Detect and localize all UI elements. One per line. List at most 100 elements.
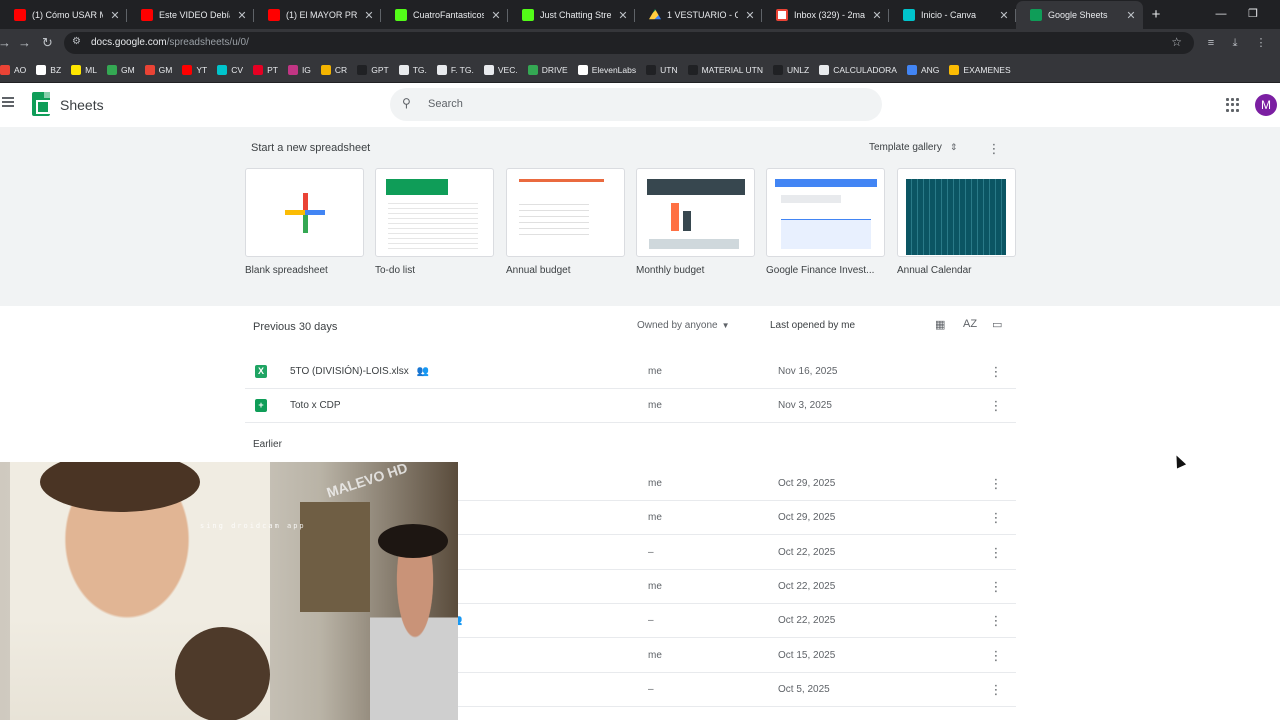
close-tab-icon[interactable]: ✕ <box>236 9 248 22</box>
template-thumbnail-annual-calendar[interactable] <box>897 168 1016 257</box>
close-tab-icon[interactable]: ✕ <box>363 9 375 22</box>
app-name[interactable]: Sheets <box>60 97 104 113</box>
bookmark-favicon-icon <box>106 64 117 75</box>
address-bar[interactable]: ⚙ docs.google.com/spreadsheets/u/0/ ☆ <box>64 32 1194 54</box>
more-options-icon[interactable]: ⋮ <box>989 365 1003 378</box>
file-owner: me <box>648 478 662 489</box>
browser-tab[interactable]: (1) El MAYOR PROBLE ✕ <box>254 1 381 29</box>
template-more-icon[interactable]: ⋮ <box>987 142 1001 155</box>
browser-tab[interactable]: Just Chatting Stream ✕ <box>508 1 635 29</box>
bookmark-item[interactable]: CV <box>217 64 243 75</box>
more-options-icon[interactable]: ⋮ <box>989 614 1003 627</box>
section-previous-30-days: Previous 30 days <box>253 321 338 333</box>
bookmark-item[interactable]: GPT <box>357 64 389 75</box>
bookmark-item[interactable]: GM <box>144 64 172 75</box>
browser-tab[interactable]: 1 VESTUARIO - Goog ✕ <box>635 1 762 29</box>
file-name[interactable]: 5TO (DIVISIÓN)-LOIS.xlsx 👥 <box>290 366 429 377</box>
bookmark-favicon-icon <box>949 64 960 75</box>
bookmark-star-icon[interactable]: ☆ <box>1171 35 1182 49</box>
search-input[interactable]: Search <box>428 98 463 110</box>
file-date: Oct 22, 2025 <box>778 580 836 592</box>
template-thumbnail-monthly-budget[interactable] <box>636 168 755 257</box>
bookmark-favicon-icon <box>398 64 409 75</box>
bookmark-item[interactable]: BZ <box>36 64 61 75</box>
sort-az-icon[interactable]: AZ <box>963 318 977 330</box>
account-avatar[interactable]: M <box>1255 94 1277 116</box>
menu-icon[interactable]: ⋮ <box>1254 36 1268 50</box>
more-options-icon[interactable]: ⋮ <box>989 649 1003 662</box>
bookmark-item[interactable]: ElevenLabs <box>577 64 636 75</box>
minimize-button[interactable]: — <box>1205 0 1237 29</box>
close-tab-icon[interactable]: ✕ <box>998 9 1010 22</box>
more-options-icon[interactable]: ⋮ <box>989 683 1003 696</box>
main-menu-icon[interactable] <box>2 97 14 107</box>
forward-icon[interactable]: → <box>18 29 31 57</box>
template-annual-budget[interactable]: Annual budget <box>506 168 625 276</box>
close-tab-icon[interactable]: ✕ <box>490 9 502 22</box>
browser-tab[interactable]: Google Sheets ✕ <box>1016 1 1143 29</box>
more-options-icon[interactable]: ⋮ <box>989 546 1003 559</box>
sheets-logo-icon[interactable] <box>32 92 50 116</box>
more-options-icon[interactable]: ⋮ <box>989 511 1003 524</box>
template-todo[interactable]: To-do list <box>375 168 494 276</box>
close-tab-icon[interactable]: ✕ <box>871 9 883 22</box>
bookmark-item[interactable]: TG. <box>398 64 427 75</box>
template-thumbnail-todo[interactable] <box>375 168 494 257</box>
folder-picker-icon[interactable]: ▭ <box>992 318 1002 331</box>
template-thumbnail-annual-budget[interactable] <box>506 168 625 257</box>
bookmark-favicon-icon <box>0 64 10 75</box>
grid-view-icon[interactable]: ▦ <box>935 318 945 331</box>
browser-tab[interactable]: CuatroFantasticos St ✕ <box>381 1 508 29</box>
more-options-icon[interactable]: ⋮ <box>989 399 1003 412</box>
close-tab-icon[interactable]: ✕ <box>744 9 756 22</box>
more-options-icon[interactable]: ⋮ <box>989 477 1003 490</box>
browser-tab[interactable]: Este VIDEO Debía EN ✕ <box>127 1 254 29</box>
browser-tab[interactable]: (1) Cómo USAR MI C ✕ <box>0 1 127 29</box>
bookmark-item[interactable]: CR <box>320 64 347 75</box>
close-tab-icon[interactable]: ✕ <box>617 9 629 22</box>
bookmark-item[interactable]: CALCULADORA <box>819 64 897 75</box>
bookmark-item[interactable]: UNLZ <box>773 64 809 75</box>
bookmark-favicon-icon <box>320 64 331 75</box>
restore-button[interactable]: ❐ <box>1237 0 1269 29</box>
file-row[interactable]: + Toto x CDP me Nov 3, 2025 ⋮ <box>245 389 1016 424</box>
template-gallery-button[interactable]: Template gallery ⇕ <box>869 142 957 153</box>
template-google-finance[interactable]: Google Finance Invest... <box>766 168 885 276</box>
owner-filter-dropdown[interactable]: Owned by anyone ▼ <box>637 320 730 331</box>
sort-dropdown[interactable]: Last opened by me <box>770 320 855 331</box>
browser-tab[interactable]: Inicio - Canva ✕ <box>889 1 1016 29</box>
browser-tab[interactable]: Inbox (329) - 2mate ✕ <box>762 1 889 29</box>
template-thumbnail-google-finance[interactable] <box>766 168 885 257</box>
file-name[interactable]: Toto x CDP <box>290 400 341 411</box>
media-control-icon[interactable]: ≡ <box>1204 36 1218 50</box>
back-icon[interactable]: → <box>0 29 11 57</box>
bookmark-item[interactable]: ANG <box>906 64 939 75</box>
bookmark-item[interactable]: PT <box>253 64 278 75</box>
close-tab-icon[interactable]: ✕ <box>1125 9 1137 22</box>
search-bar[interactable]: ⚲ Search <box>390 88 882 121</box>
file-row[interactable]: X 5TO (DIVISIÓN)-LOIS.xlsx 👥 me Nov 16, 2025… <box>245 355 1016 389</box>
more-options-icon[interactable]: ⋮ <box>989 580 1003 593</box>
download-icon[interactable]: ⤓ <box>1228 36 1242 50</box>
bookmark-item[interactable]: F. TG. <box>436 64 474 75</box>
bookmark-item[interactable]: GM <box>106 64 135 75</box>
bookmark-item[interactable]: ML <box>71 64 97 75</box>
bookmark-item[interactable]: YT <box>182 64 207 75</box>
bookmark-item[interactable]: EXAMENES <box>949 64 1011 75</box>
bookmark-item[interactable]: MATERIAL UTN <box>687 64 763 75</box>
bookmark-item[interactable]: IG <box>287 64 311 75</box>
template-thumbnail-blank[interactable] <box>245 168 364 257</box>
bookmark-item[interactable]: DRIVE <box>527 64 568 75</box>
search-icon[interactable]: ⚲ <box>402 96 411 110</box>
bookmark-item[interactable]: AO <box>0 64 26 75</box>
bookmark-item[interactable]: UTN <box>646 64 678 75</box>
close-tab-icon[interactable]: ✕ <box>109 9 121 22</box>
reload-icon[interactable]: ↻ <box>42 29 53 57</box>
bookmark-item[interactable]: VEC. <box>483 64 518 75</box>
google-apps-icon[interactable] <box>1226 98 1240 112</box>
new-tab-button[interactable]: + <box>1143 1 1169 29</box>
template-blank[interactable]: Blank spreadsheet <box>245 168 364 276</box>
site-info-icon[interactable]: ⚙ <box>72 36 81 47</box>
template-annual-calendar[interactable]: Annual Calendar <box>897 168 1016 276</box>
template-monthly-budget[interactable]: Monthly budget <box>636 168 755 276</box>
